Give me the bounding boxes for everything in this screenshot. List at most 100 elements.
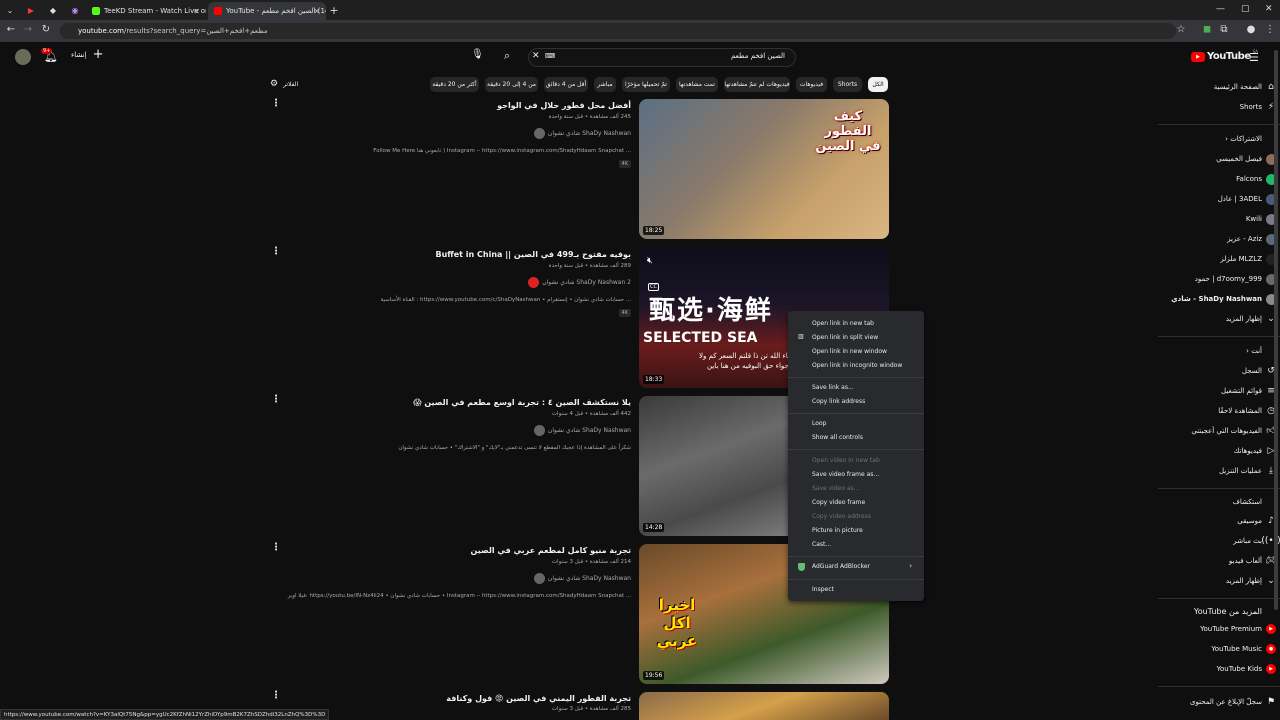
video-title[interactable]: بوفيه مفتوح بـ499 في الصين || Buffet in …	[435, 250, 631, 259]
more-options-icon[interactable]: ⋮	[271, 691, 281, 701]
show-more-subscriptions[interactable]: ⌄ إظهار المزيد	[1226, 312, 1275, 326]
bookmark-star-icon[interactable]: ☆	[1174, 24, 1188, 35]
chrome-menu-icon[interactable]: ⋮	[1263, 24, 1277, 35]
extensions-puzzle-icon[interactable]: ⧉	[1217, 24, 1231, 35]
more-options-icon[interactable]: ⋮	[271, 395, 281, 405]
menu-open-split-view[interactable]: Open link in split view	[812, 334, 878, 341]
sidebar-item-live[interactable]: ((•)) بث مباشر	[1233, 534, 1280, 548]
menu-adguard[interactable]: AdGuard AdBlocker	[812, 563, 870, 570]
clear-search-icon[interactable]: ✕	[532, 51, 540, 61]
sidebar-item-sub[interactable]: d7oomy_999 | حمود	[1195, 272, 1277, 286]
sidebar-item-liked[interactable]: 👍︎ الفيديوهات التي أعجبتني	[1191, 424, 1275, 438]
menu-open-new-window[interactable]: Open link in new window	[812, 348, 887, 355]
sidebar-item-premium[interactable]: ▶ YouTube Premium	[1200, 622, 1276, 636]
mute-icon[interactable]: 🔇︎	[647, 256, 653, 266]
menu-inspect[interactable]: Inspect	[812, 586, 834, 593]
reload-icon[interactable]: ↻	[39, 24, 53, 35]
sidebar-item-sub[interactable]: 3ADEL | عادل	[1218, 192, 1277, 206]
close-window-icon[interactable]: ✕	[1265, 4, 1273, 14]
chip-watched[interactable]: تمت مشاهدتها	[676, 77, 718, 92]
chip-videos[interactable]: فيديوهات	[796, 77, 827, 92]
extension-icon[interactable]: ◼	[1200, 24, 1214, 35]
chip-unwatched[interactable]: فيديوهات لم تتمّ مشاهدتها	[724, 77, 790, 92]
chip-recently-uploaded[interactable]: تمّ تحميلها مؤخرًا	[622, 77, 670, 92]
menu-copy-video-frame[interactable]: Copy video frame	[812, 499, 865, 506]
menu-save-video-frame[interactable]: Save video frame as...	[812, 471, 879, 478]
new-tab-plus-icon[interactable]: +	[329, 4, 339, 17]
channel-row[interactable]: ShaDy Nashwan 2 شادي نشوان	[528, 277, 631, 288]
menu-open-new-tab[interactable]: Open link in new tab	[812, 320, 874, 327]
more-options-icon[interactable]: ⋮	[271, 99, 281, 109]
chip-live[interactable]: مباشر	[594, 77, 616, 92]
account-avatar[interactable]	[15, 49, 31, 65]
sidebar-item-sub[interactable]: Aziz - عزيز	[1227, 232, 1277, 246]
filters-button[interactable]: ⚙︎ الفلاتر	[270, 79, 298, 89]
menu-cast[interactable]: Cast...	[812, 541, 831, 548]
sidebar-item-shorts[interactable]: ⚡ Shorts	[1240, 100, 1275, 114]
tab-search-icon[interactable]: ⌄	[5, 5, 15, 15]
hamburger-menu-icon[interactable]: ☰	[1249, 51, 1259, 64]
menu-save-link[interactable]: Save link as...	[812, 384, 854, 391]
close-icon[interactable]: ✕	[193, 7, 200, 16]
pinned-tab-youtube-icon[interactable]: ▶	[26, 5, 36, 15]
video-thumbnail[interactable]: كيف الفطور في الصين 18:25	[639, 99, 889, 239]
search-icon[interactable]: ⌕	[504, 49, 510, 63]
youtube-logo[interactable]: ▶ YouTube SA	[1191, 49, 1258, 62]
create-button[interactable]: إنشاء +	[71, 48, 103, 61]
sidebar-item-sub[interactable]: ShaDy Nashwan - شادي	[1171, 292, 1277, 306]
address-bar[interactable]: youtube.com/results?search_query=مطعم+اف…	[60, 23, 1176, 39]
sidebar-item-watch-later[interactable]: ◷ المشاهدة لاحقًا	[1218, 404, 1275, 418]
sidebar-item-downloads[interactable]: ⤓ عمليات التنزيل	[1219, 464, 1273, 478]
more-options-icon[interactable]: ⋮	[271, 543, 281, 553]
chip-under-4-min[interactable]: أقل من 4 دقائق	[544, 77, 588, 92]
search-input[interactable]: ✕ ⌨ الصين افخم مطعم	[528, 48, 796, 67]
voice-search-mic-icon[interactable]: 🎙︎	[471, 49, 484, 64]
chip-all[interactable]: الكل	[868, 77, 888, 92]
back-arrow-icon[interactable]: ←	[4, 24, 18, 35]
minimize-icon[interactable]: —	[1216, 4, 1225, 14]
sidebar-item-sub[interactable]: فيصل الخميسي	[1216, 152, 1277, 166]
video-title[interactable]: تجربة الفطور اليمني في الصين 😡 فول وكناف…	[446, 694, 631, 703]
video-title[interactable]: تجربة منيو كامل لمطعم عربي في الصين	[471, 546, 631, 555]
tab-youtube[interactable]: (14) الصين افخم مطعم - YouTube ✕	[208, 2, 326, 20]
sidebar-item-sub[interactable]: Kwili	[1246, 212, 1277, 226]
show-more-explore[interactable]: ⌄ إظهار المزيد	[1226, 574, 1275, 588]
profile-avatar-icon[interactable]: ●	[1244, 24, 1258, 35]
menu-show-controls[interactable]: Show all controls	[812, 434, 863, 441]
you-header[interactable]: أنت ‹	[1246, 347, 1262, 355]
menu-picture-in-picture[interactable]: Picture in picture	[812, 527, 863, 534]
channel-row[interactable]: ShaDy Nashwan شادي نشوان	[533, 573, 631, 584]
pinned-tab-icon[interactable]: ◆	[48, 5, 58, 15]
sidebar-item-kids[interactable]: ▶ YouTube Kids	[1217, 662, 1276, 676]
maximize-icon[interactable]: ▢	[1241, 4, 1250, 14]
channel-row[interactable]: ShaDy Nashwan شادي نشوان	[533, 425, 631, 436]
sidebar-item-music-app[interactable]: ● YouTube Music	[1211, 642, 1276, 656]
close-icon[interactable]: ✕	[313, 7, 320, 16]
sidebar-item-sub[interactable]: MLZLZ ملزلز	[1220, 252, 1277, 266]
more-options-icon[interactable]: ⋮	[271, 247, 281, 257]
menu-copy-link[interactable]: Copy link address	[812, 398, 865, 405]
video-thumbnail[interactable]	[639, 692, 889, 720]
tab-kick[interactable]: TeeKD Stream - Watch Live on ✕	[86, 2, 206, 20]
chip-shorts[interactable]: Shorts	[833, 77, 862, 92]
video-title[interactable]: أفضل محل فطور حلال في الواجو	[497, 101, 631, 110]
chip-over-20-min[interactable]: أكثر من 20 دقيقة	[430, 77, 479, 92]
sidebar-item-sub[interactable]: Falcons	[1236, 172, 1277, 186]
menu-loop[interactable]: Loop	[812, 420, 826, 427]
sidebar-item-history[interactable]: ↺ السجل	[1242, 364, 1275, 378]
chip-4-to-20-min[interactable]: من 4 إلى 20 دقيقة	[485, 77, 538, 92]
sidebar-item-report-history[interactable]: ⚑ سجلّ الإبلاغ عن المحتوى	[1190, 695, 1275, 709]
menu-open-incognito[interactable]: Open link in incognito window	[812, 362, 902, 369]
page-scrollbar[interactable]	[1274, 50, 1278, 610]
sidebar-item-playlists[interactable]: ≡ قوائم التشغيل	[1221, 384, 1275, 398]
forward-arrow-icon[interactable]: →	[21, 24, 35, 35]
pinned-tab-github-icon[interactable]: ◉	[70, 5, 80, 15]
channel-row[interactable]: ShaDy Nashwan شادي نشوان	[533, 128, 631, 139]
captions-icon[interactable]: CC	[648, 283, 659, 291]
video-title[interactable]: يلا نستكشف الصين ٤ : تجربة اوسع مطعم في …	[413, 398, 631, 407]
sidebar-item-gaming[interactable]: 🎮︎ ألعاب فيديو	[1229, 554, 1277, 568]
sidebar-item-music[interactable]: ♪ موسيقى	[1237, 514, 1274, 528]
sidebar-item-home[interactable]: ⌂ الصفحة الرئيسية	[1214, 80, 1274, 94]
subscriptions-header[interactable]: الاشتراكات ‹	[1225, 135, 1262, 143]
sidebar-item-your-videos[interactable]: ▷ فيديوهاتك	[1234, 444, 1275, 458]
